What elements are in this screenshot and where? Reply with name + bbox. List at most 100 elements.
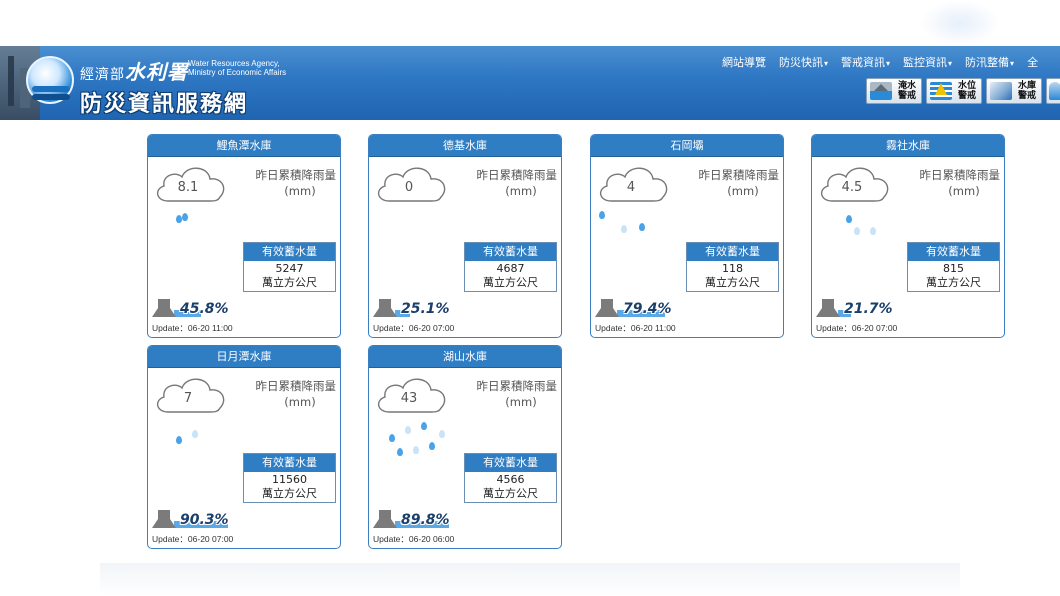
agency-ministry: 經濟部: [80, 67, 125, 83]
dam-slope-icon: [152, 299, 176, 317]
dam-slope-icon: [595, 299, 619, 317]
reservoir-name: 鯉魚潭水庫: [148, 135, 340, 157]
rain-drop-icon: [621, 225, 627, 233]
caret-down-icon: ▾: [824, 59, 829, 68]
storage-value: 4687: [496, 262, 525, 275]
capacity-percent: 25.1%: [401, 301, 450, 317]
rain-drop-icon: [429, 442, 435, 450]
rain-drop-icon: [405, 426, 411, 434]
capacity-indicator: 90.3%: [152, 508, 232, 528]
flood-warning-label-line1: 淹水: [897, 81, 916, 91]
reservoir-card[interactable]: 鯉魚潭水庫 8.1 昨日累積降雨量 (mm) 有效蓄水量 5247 萬立方公尺 …: [147, 134, 341, 338]
storage-value: 4566: [496, 473, 525, 486]
reservoir-warning-label-line1: 水庫: [1017, 81, 1036, 91]
rain-drop-icon: [182, 213, 188, 221]
nav-label: 警戒資訊: [841, 56, 886, 69]
reservoir-warning-label-line2: 警戒: [1017, 91, 1036, 101]
rain-drop-icon: [389, 434, 395, 442]
reservoir-name: 德基水庫: [369, 135, 561, 157]
agency-english-name: Water Resources Agency, Ministry of Econ…: [188, 59, 286, 77]
rainfall-value: 43: [400, 391, 418, 406]
nav-site-map[interactable]: 網站導覽: [722, 54, 773, 70]
nav-warning-info[interactable]: 警戒資訊▾: [841, 54, 897, 70]
water-level-warning-label-line1: 水位: [957, 81, 976, 91]
capacity-indicator: 25.1%: [373, 297, 453, 317]
nav-disaster-news[interactable]: 防災快訊▾: [779, 54, 835, 70]
flood-warning-icon: [870, 82, 892, 100]
rain-drops-icon: [369, 207, 469, 247]
capacity-indicator: 89.8%: [373, 508, 453, 528]
rainfall-value: 8.1: [177, 180, 199, 195]
rain-drop-icon: [854, 227, 860, 235]
rain-drops-icon: [148, 207, 248, 247]
rainfall-value: 7: [183, 391, 193, 406]
rain-drop-icon: [870, 227, 876, 235]
nav-label: 網站導覽: [722, 56, 766, 69]
nav-more[interactable]: 全: [1027, 54, 1045, 70]
rainfall-label-text: 昨日累積降雨量: [476, 379, 558, 393]
reservoir-warning-label: 水庫 警戒: [1015, 81, 1039, 101]
reservoir-name: 日月潭水庫: [148, 346, 340, 368]
reservoir-card[interactable]: 日月潭水庫 7 昨日累積降雨量 (mm) 有效蓄水量 11560 萬立方公尺 9…: [147, 345, 341, 549]
rainfall-unit: (mm): [948, 184, 980, 198]
reservoir-name: 石岡壩: [591, 135, 783, 157]
update-time: Update：06-20 11:00: [152, 323, 233, 333]
rain-drop-icon: [599, 211, 605, 219]
nav-label: 全: [1027, 56, 1039, 69]
more-warning-button[interactable]: [1046, 78, 1060, 104]
flood-warning-button[interactable]: 淹水 警戒: [866, 78, 922, 104]
reservoir-card[interactable]: 石岡壩 4 昨日累積降雨量 (mm) 有效蓄水量 118 萬立方公尺 79.4%…: [590, 134, 784, 338]
rainfall-label-text: 昨日累積降雨量: [255, 168, 337, 182]
reservoir-warning-button[interactable]: 水庫 警戒: [986, 78, 1042, 104]
storage-value: 815: [943, 262, 964, 275]
rainfall-unit: (mm): [284, 395, 316, 409]
capacity-percent: 90.3%: [180, 512, 229, 528]
rainfall-label: 昨日累積降雨量 (mm): [236, 378, 337, 410]
capacity-indicator: 45.8%: [152, 297, 232, 317]
nav-monitoring-info[interactable]: 監控資訊▾: [903, 54, 959, 70]
water-level-warning-button[interactable]: 水位 警戒: [926, 78, 982, 104]
water-level-warning-label: 水位 警戒: [955, 81, 979, 101]
rain-drop-icon: [192, 430, 198, 438]
rainfall-unit: (mm): [505, 395, 537, 409]
storage-heading: 有效蓄水量: [465, 243, 556, 261]
storage-heading: 有效蓄水量: [244, 454, 335, 472]
storage-heading: 有效蓄水量: [908, 243, 999, 261]
reservoir-card[interactable]: 霧社水庫 4.5 昨日累積降雨量 (mm) 有效蓄水量 815 萬立方公尺 21…: [811, 134, 1005, 338]
rainfall-label: 昨日累積降雨量 (mm): [457, 167, 558, 199]
nav-flood-prep[interactable]: 防汛整備▾: [965, 54, 1021, 70]
update-time: Update：06-20 06:00: [373, 534, 455, 544]
nav-label: 防災快訊: [779, 56, 823, 69]
update-time: Update：06-20 11:00: [595, 323, 676, 333]
rain-drop-icon: [1049, 82, 1060, 100]
caret-down-icon: ▾: [948, 59, 953, 68]
dam-slope-icon: [816, 299, 840, 317]
storage-box: 有效蓄水量 4687 萬立方公尺: [464, 242, 557, 292]
storage-unit: 萬立方公尺: [705, 276, 760, 289]
storage-value: 11560: [272, 473, 307, 486]
storage-heading: 有效蓄水量: [465, 454, 556, 472]
rain-drops-icon: [591, 207, 691, 247]
rain-drop-icon: [421, 422, 427, 430]
rainfall-unit: (mm): [284, 184, 316, 198]
rainfall-unit: (mm): [505, 184, 537, 198]
storage-value: 5247: [275, 262, 304, 275]
rain-drop-icon: [846, 215, 852, 223]
rainfall-label: 昨日累積降雨量 (mm): [457, 378, 558, 410]
rain-drops-icon: [812, 207, 912, 247]
storage-unit: 萬立方公尺: [483, 276, 538, 289]
rainfall-label: 昨日累積降雨量 (mm): [679, 167, 780, 199]
caret-down-icon: ▾: [1010, 59, 1015, 68]
agency-name: 經濟部水利署: [80, 56, 188, 85]
capacity-percent: 79.4%: [623, 301, 672, 317]
dam-slope-icon: [373, 299, 397, 317]
reservoir-card[interactable]: 湖山水庫 43 昨日累積降雨量 (mm) 有效蓄水量 4566 萬立方公尺 89…: [368, 345, 562, 549]
water-drop-logo-icon[interactable]: [26, 56, 74, 104]
storage-box: 有效蓄水量 4566 萬立方公尺: [464, 453, 557, 503]
reservoir-card[interactable]: 德基水庫 0 昨日累積降雨量 (mm) 有效蓄水量 4687 萬立方公尺 25.…: [368, 134, 562, 338]
reservoir-name: 湖山水庫: [369, 346, 561, 368]
site-title[interactable]: 防災資訊服務網: [80, 86, 248, 118]
capacity-percent: 45.8%: [180, 301, 229, 317]
storage-unit: 萬立方公尺: [262, 276, 317, 289]
storage-box: 有效蓄水量 5247 萬立方公尺: [243, 242, 336, 292]
